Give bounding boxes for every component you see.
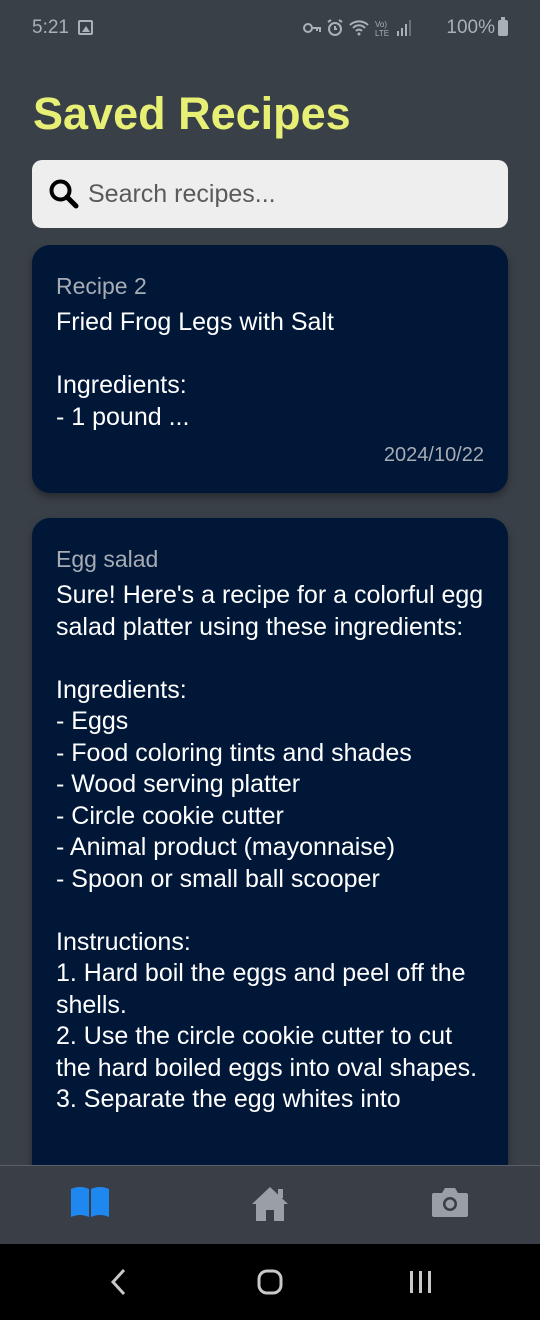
wifi-icon: [349, 20, 369, 36]
bottom-nav: [0, 1165, 540, 1244]
recipe-preview: Sure! Here's a recipe for a colorful egg…: [56, 581, 484, 1113]
page-title: Saved Recipes: [33, 88, 351, 139]
battery-percentage: 100%: [446, 17, 495, 38]
recipe-card[interactable]: Recipe 2 Fried Frog Legs with Salt Ingre…: [32, 245, 508, 493]
recipe-card[interactable]: Egg salad Sure! Here's a recipe for a co…: [32, 518, 508, 1165]
status-bar: 5:21 Vo) LTE 100%: [0, 0, 540, 58]
recipe-preview: Fried Frog Legs with Salt Ingredients: -…: [56, 308, 334, 431]
recipe-title: Recipe 2: [56, 273, 147, 299]
alarm-icon: [327, 19, 343, 36]
recipe-title: Egg salad: [56, 546, 159, 572]
nav-camera[interactable]: [400, 1166, 500, 1245]
svg-text:LTE: LTE: [375, 29, 389, 38]
back-icon[interactable]: [108, 1268, 130, 1296]
search-bar[interactable]: [32, 160, 508, 228]
battery-icon: [498, 17, 508, 36]
nav-saved-recipes[interactable]: [40, 1166, 140, 1245]
search-input[interactable]: [88, 160, 488, 228]
svg-text:Vo): Vo): [375, 20, 387, 29]
nav-home[interactable]: [220, 1166, 320, 1245]
recent-apps-icon[interactable]: [408, 1268, 434, 1296]
vpn-key-icon: [303, 23, 321, 33]
home-icon: [252, 1187, 288, 1221]
recipe-list[interactable]: Recipe 2 Fried Frog Legs with Salt Ingre…: [0, 245, 540, 1165]
search-icon: [49, 179, 79, 209]
status-time: 5:21: [32, 17, 69, 38]
camera-icon: [432, 1188, 468, 1217]
volte-icon: Vo)LTE: [375, 20, 389, 38]
home-button-icon[interactable]: [256, 1268, 284, 1296]
recipe-date: 2024/10/22: [383, 444, 484, 466]
signal-icon: [397, 20, 411, 36]
gallery-notification-icon: [78, 20, 93, 35]
system-nav-bar: [0, 1244, 540, 1320]
book-icon: [71, 1187, 109, 1217]
